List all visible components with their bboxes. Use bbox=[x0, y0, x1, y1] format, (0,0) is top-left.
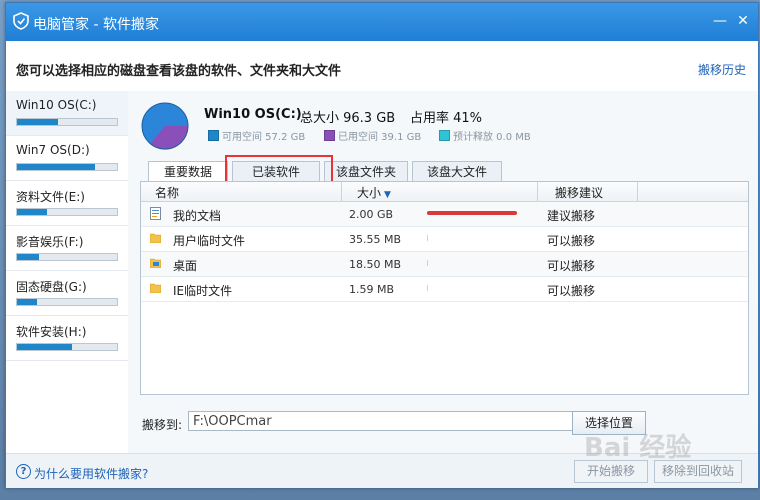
close-button[interactable]: ✕ bbox=[733, 12, 753, 30]
row-suggestion: 可以搬移 bbox=[547, 284, 596, 298]
row-name: 用户临时文件 bbox=[173, 234, 246, 248]
drive-usage-bar bbox=[16, 298, 118, 306]
tab-important-data[interactable]: 重要数据 bbox=[148, 161, 228, 183]
drive-item-d[interactable]: Win7 OS(D:) bbox=[6, 136, 128, 181]
disk-usage-rate: 占用率 41% bbox=[410, 111, 483, 126]
document-icon bbox=[150, 207, 161, 220]
row-name: IE临时文件 bbox=[173, 284, 233, 298]
legend-release: 预计释放 0.0 MB bbox=[439, 128, 531, 143]
table-row[interactable]: IE临时文件 1.59 MB 可以搬移 bbox=[141, 277, 748, 302]
destination-path-input[interactable] bbox=[188, 411, 574, 431]
size-ratio-bar bbox=[427, 235, 428, 241]
baidu-watermark: Bai 经验 bbox=[584, 433, 692, 463]
help-icon[interactable]: ? bbox=[16, 464, 31, 479]
disk-name: Win10 OS(C:) bbox=[204, 107, 302, 122]
move-to-label: 搬移到: bbox=[142, 418, 183, 432]
drive-sidebar: Win10 OS(C:) Win7 OS(D:) 资料文件(E:) 影音娱乐(F… bbox=[6, 91, 129, 453]
column-size[interactable]: 大小 ▼ bbox=[357, 184, 391, 201]
drive-label: 资料文件(E:) bbox=[16, 190, 85, 204]
desktop-folder-icon bbox=[150, 258, 161, 268]
instruction-text: 您可以选择相应的磁盘查看该盘的软件、文件夹和大文件 bbox=[16, 64, 342, 79]
why-use-link[interactable]: 为什么要用软件搬家? bbox=[34, 465, 148, 482]
main-panel: Win10 OS(C:) 总大小 96.3 GB 占用率 41% 可用空间 57… bbox=[128, 91, 758, 453]
drive-usage-bar bbox=[16, 118, 118, 126]
disk-total-size: 总大小 96.3 GB bbox=[300, 111, 396, 126]
drive-item-f[interactable]: 影音娱乐(F:) bbox=[6, 226, 128, 271]
row-name: 我的文档 bbox=[173, 209, 222, 223]
minimize-button[interactable]: — bbox=[710, 12, 730, 30]
table-row[interactable]: 桌面 18.50 MB 可以搬移 bbox=[141, 252, 748, 277]
drive-label: 影音娱乐(F:) bbox=[16, 235, 84, 249]
drive-label: 固态硬盘(G:) bbox=[16, 280, 87, 294]
row-size: 18.50 MB bbox=[349, 258, 402, 271]
sort-down-icon: ▼ bbox=[384, 190, 391, 200]
size-ratio-bar bbox=[427, 260, 428, 266]
file-table: 名称 大小 ▼ 搬移建议 我的文档 2.00 GB 建议搬移 用户临时文件 35… bbox=[140, 181, 749, 395]
row-suggestion: 建议搬移 bbox=[547, 209, 596, 223]
row-suggestion: 可以搬移 bbox=[547, 234, 596, 248]
drive-usage-bar bbox=[16, 208, 118, 216]
column-suggestion[interactable]: 搬移建议 bbox=[555, 184, 603, 201]
row-suggestion: 可以搬移 bbox=[547, 259, 596, 273]
size-ratio-bar bbox=[427, 285, 428, 291]
drive-item-e[interactable]: 资料文件(E:) bbox=[6, 181, 128, 226]
table-row[interactable]: 用户临时文件 35.55 MB 可以搬移 bbox=[141, 227, 748, 252]
title-bar[interactable]: 电脑管家 - 软件搬家 — ✕ bbox=[6, 3, 758, 41]
drive-usage-bar bbox=[16, 343, 118, 351]
drive-label: 软件安装(H:) bbox=[16, 325, 87, 339]
drive-label: Win10 OS(C:) bbox=[16, 98, 97, 112]
row-size: 1.59 MB bbox=[349, 283, 395, 296]
drive-usage-bar bbox=[16, 163, 118, 171]
table-header: 名称 大小 ▼ 搬移建议 bbox=[141, 182, 748, 202]
row-name: 桌面 bbox=[173, 259, 198, 273]
tab-disk-folders[interactable]: 该盘文件夹 bbox=[324, 161, 408, 182]
drive-item-h[interactable]: 软件安装(H:) bbox=[6, 316, 128, 361]
column-name[interactable]: 名称 bbox=[155, 184, 179, 201]
drive-label: Win7 OS(D:) bbox=[16, 143, 90, 157]
size-ratio-bar bbox=[427, 211, 517, 215]
drive-item-c[interactable]: Win10 OS(C:) bbox=[6, 91, 128, 136]
row-size: 2.00 GB bbox=[349, 208, 394, 221]
drive-item-g[interactable]: 固态硬盘(G:) bbox=[6, 271, 128, 316]
legend-used: 已用空间 39.1 GB bbox=[324, 128, 421, 143]
row-size: 35.55 MB bbox=[349, 233, 402, 246]
drive-usage-bar bbox=[16, 253, 118, 261]
software-mover-window: 电脑管家 - 软件搬家 — ✕ 您可以选择相应的磁盘查看该盘的软件、文件夹和大文… bbox=[5, 2, 759, 488]
legend-free: 可用空间 57.2 GB bbox=[208, 128, 305, 143]
folder-icon bbox=[150, 233, 161, 243]
tab-large-files[interactable]: 该盘大文件 bbox=[412, 161, 502, 182]
header: 您可以选择相应的磁盘查看该盘的软件、文件夹和大文件 搬移历史 bbox=[6, 41, 758, 92]
folder-icon bbox=[150, 283, 161, 293]
move-history-link[interactable]: 搬移历史 bbox=[698, 61, 746, 78]
table-row[interactable]: 我的文档 2.00 GB 建议搬移 bbox=[141, 202, 748, 227]
shield-icon bbox=[13, 12, 29, 30]
window-title: 电脑管家 - 软件搬家 bbox=[33, 17, 159, 33]
disk-usage-pie-icon bbox=[141, 102, 189, 150]
